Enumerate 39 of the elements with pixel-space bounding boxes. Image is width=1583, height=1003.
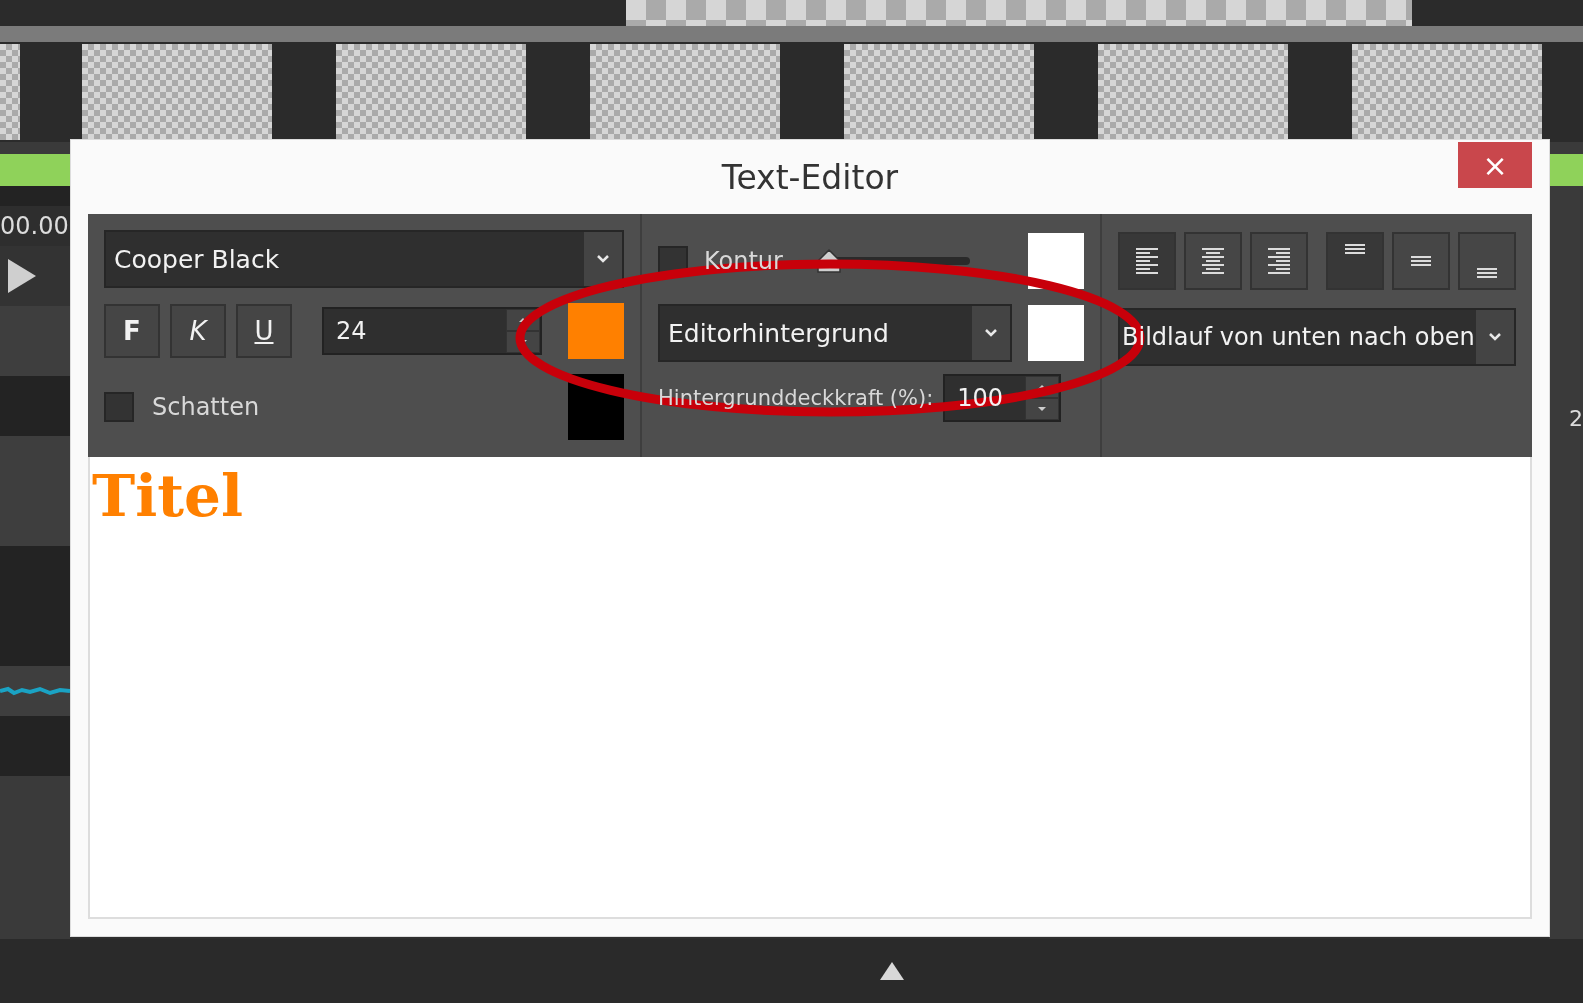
align-center-icon (1202, 248, 1224, 274)
align-top-button[interactable] (1326, 232, 1384, 290)
align-middle-icon (1411, 256, 1431, 266)
align-right-icon (1268, 248, 1290, 274)
shadow-label: Schatten (152, 393, 260, 421)
align-bottom-button[interactable] (1458, 232, 1516, 290)
window-title: Text-Editor (721, 157, 899, 197)
text-color-swatch[interactable] (568, 303, 624, 359)
track-header (0, 186, 70, 206)
align-top-icon (1345, 244, 1365, 254)
align-right-button[interactable] (1250, 232, 1308, 290)
waveform-icon (0, 686, 70, 696)
timecode: 00.00 (0, 206, 70, 246)
chevron-down-icon (1488, 332, 1502, 342)
opacity-label: Hintergrunddeckkraft (%): (658, 386, 934, 410)
align-bottom-icon (1477, 268, 1497, 278)
align-left-icon (1136, 248, 1158, 274)
align-center-button[interactable] (1184, 232, 1242, 290)
chevron-down-icon (984, 328, 998, 338)
audio-level-bar (1549, 154, 1583, 186)
expand-up-icon[interactable] (877, 960, 906, 982)
chevron-down-icon (596, 254, 610, 264)
close-button[interactable]: × (1458, 142, 1532, 188)
bold-button[interactable]: F (104, 304, 160, 358)
title-text: Titel (92, 467, 244, 525)
audio-level-bar (0, 154, 70, 186)
align-left-button[interactable] (1118, 232, 1176, 290)
underline-button[interactable]: U (236, 304, 292, 358)
outline-color-swatch[interactable] (1028, 233, 1084, 289)
track-header (0, 716, 70, 776)
background-dropdown[interactable]: Editorhintergrund (658, 304, 1012, 362)
font-size-field[interactable]: 24 (322, 307, 542, 355)
shadow-checkbox[interactable] (104, 392, 134, 422)
ruler-label: 2 (1568, 406, 1583, 431)
italic-button[interactable]: K (170, 304, 226, 358)
background-color-swatch[interactable] (1028, 305, 1084, 361)
spin-down-icon (1037, 406, 1048, 412)
font-dropdown[interactable]: Cooper Black (104, 230, 624, 288)
align-middle-button[interactable] (1392, 232, 1450, 290)
